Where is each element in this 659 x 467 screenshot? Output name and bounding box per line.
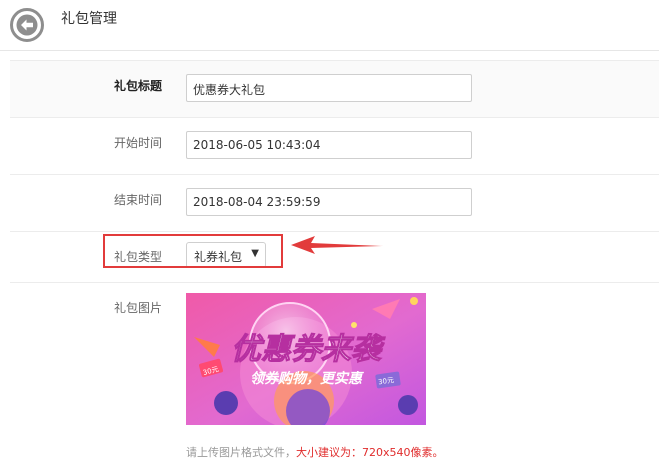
banner-headline: 优惠券来袭 <box>231 332 386 367</box>
page-header: 礼包管理 <box>0 0 659 51</box>
image-label: 礼包图片 <box>114 301 163 315</box>
back-arrow-icon <box>10 8 44 42</box>
annotation-arrow-icon <box>291 236 383 254</box>
title-input[interactable]: 优惠券大礼包 <box>186 74 472 102</box>
coupon-banner-graphic: 30元 30元 优惠券来袭 领券购物，更实惠 <box>186 293 426 425</box>
gift-pack-image[interactable]: 30元 30元 优惠券来袭 领券购物，更实惠 <box>186 293 426 425</box>
end-time-input[interactable]: 2018-08-04 23:59:59 <box>186 188 472 216</box>
end-time-label: 结束时间 <box>114 193 163 207</box>
row-title: 礼包标题 优惠券大礼包 <box>10 60 659 117</box>
upload-hint: 请上传图片格式文件，大小建议为：720x540像素。 <box>186 444 444 460</box>
back-button[interactable] <box>10 8 44 42</box>
row-end-time: 结束时间 2018-08-04 23:59:59 <box>10 174 659 231</box>
start-time-input[interactable]: 2018-06-05 10:43:04 <box>186 131 472 159</box>
upload-hint-prefix: 请上传图片格式文件， <box>186 446 296 459</box>
upload-hint-size: 大小建议为：720x540像素。 <box>296 446 444 459</box>
row-start-time: 开始时间 2018-06-05 10:43:04 <box>10 117 659 174</box>
title-label: 礼包标题 <box>114 79 163 93</box>
banner-subline: 领券购物，更实惠 <box>250 370 365 387</box>
start-time-label: 开始时间 <box>114 136 163 150</box>
page-title: 礼包管理 <box>61 11 117 27</box>
annotation-box <box>103 234 283 268</box>
